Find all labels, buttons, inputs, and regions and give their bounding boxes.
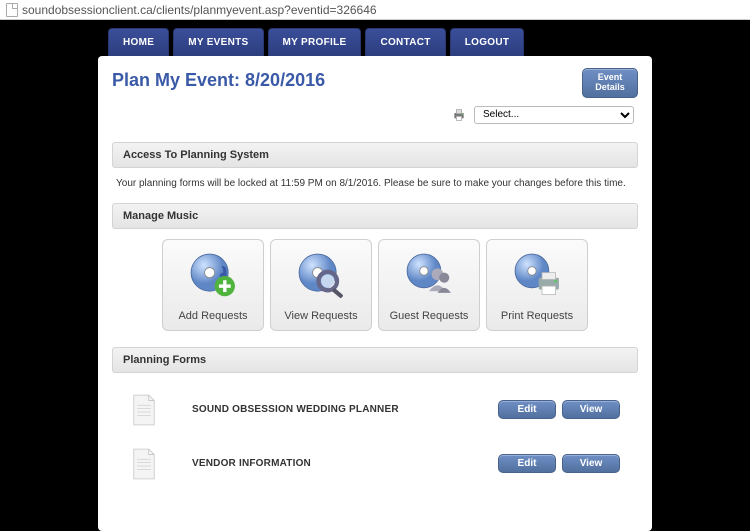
nav-my-profile[interactable]: MY PROFILE [268, 28, 362, 56]
form-row: VENDOR INFORMATION Edit View [112, 437, 638, 491]
form-edit-button[interactable]: Edit [498, 454, 556, 473]
form-view-button[interactable]: View [562, 454, 620, 473]
top-nav: HOME MY EVENTS MY PROFILE CONTACT LOGOUT [108, 28, 652, 56]
access-notice: Your planning forms will be locked at 11… [112, 178, 638, 203]
disc-search-icon [294, 246, 348, 306]
event-details-button[interactable]: EventDetails [582, 68, 638, 98]
page-title: Plan My Event: 8/20/2016 [112, 70, 325, 91]
music-card-add-requests[interactable]: Add Requests [162, 239, 264, 331]
disc-people-icon [402, 246, 456, 306]
forms-list: SOUND OBSESSION WEDDING PLANNER Edit Vie… [112, 383, 638, 491]
page-wrap: HOME MY EVENTS MY PROFILE CONTACT LOGOUT… [98, 28, 652, 516]
music-card-label: View Requests [284, 310, 357, 322]
form-name: VENDOR INFORMATION [192, 458, 492, 469]
nav-contact[interactable]: CONTACT [365, 28, 445, 56]
section-heading-music: Manage Music [112, 203, 638, 229]
form-row: SOUND OBSESSION WEDDING PLANNER Edit Vie… [112, 383, 638, 437]
form-edit-button[interactable]: Edit [498, 400, 556, 419]
printer-icon [450, 107, 468, 123]
nav-my-events[interactable]: MY EVENTS [173, 28, 263, 56]
music-card-label: Guest Requests [390, 310, 469, 322]
print-row: Select... [112, 106, 638, 124]
music-grid: Add Requests View Requests [112, 239, 638, 331]
title-row: Plan My Event: 8/20/2016 EventDetails [112, 68, 638, 98]
music-card-label: Print Requests [501, 310, 573, 322]
page-icon [6, 3, 18, 17]
music-card-label: Add Requests [178, 310, 247, 322]
document-icon [130, 447, 158, 481]
form-view-button[interactable]: View [562, 400, 620, 419]
disc-printer-icon [510, 246, 564, 306]
section-heading-access: Access To Planning System [112, 142, 638, 168]
viewport: HOME MY EVENTS MY PROFILE CONTACT LOGOUT… [0, 20, 750, 516]
nav-logout[interactable]: LOGOUT [450, 28, 525, 56]
disc-plus-icon [186, 246, 240, 306]
music-card-print-requests[interactable]: Print Requests [486, 239, 588, 331]
print-select[interactable]: Select... [474, 106, 634, 124]
section-heading-forms: Planning Forms [112, 347, 638, 373]
nav-home[interactable]: HOME [108, 28, 169, 56]
form-name: SOUND OBSESSION WEDDING PLANNER [192, 404, 492, 415]
music-card-view-requests[interactable]: View Requests [270, 239, 372, 331]
music-card-guest-requests[interactable]: Guest Requests [378, 239, 480, 331]
content-card: Plan My Event: 8/20/2016 EventDetails Se… [98, 56, 652, 531]
url-text: soundobsessionclient.ca/clients/planmyev… [22, 3, 377, 17]
document-icon [130, 393, 158, 427]
browser-address-bar[interactable]: soundobsessionclient.ca/clients/planmyev… [0, 0, 750, 20]
